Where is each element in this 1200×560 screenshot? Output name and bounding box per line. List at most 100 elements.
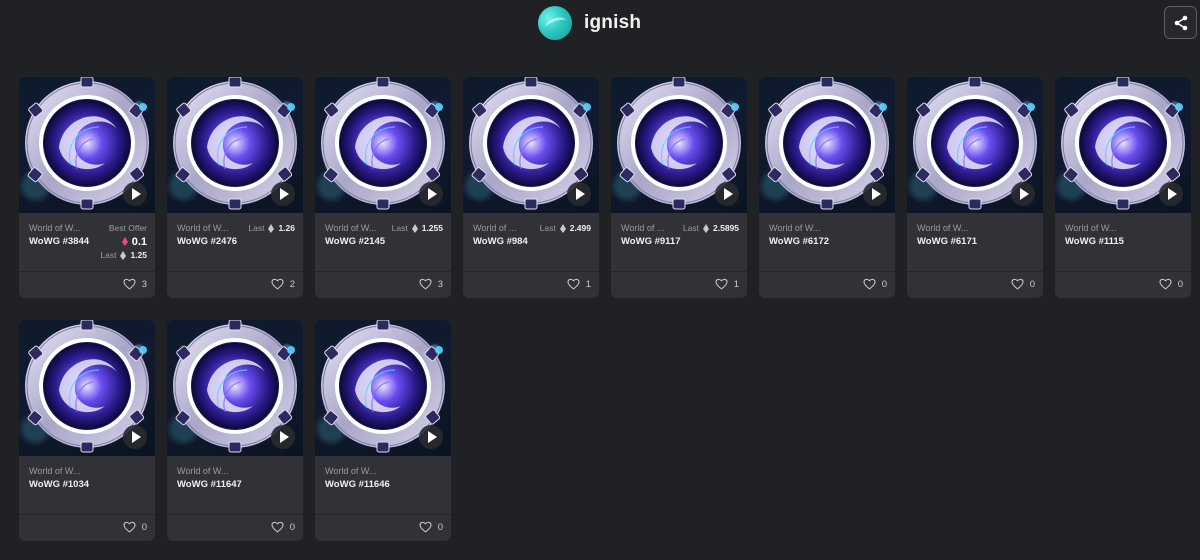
eth-icon	[120, 250, 127, 260]
nft-card[interactable]: World of W... WoWG #1034 0	[19, 320, 155, 541]
token-name: WoWG #984	[473, 236, 528, 247]
card-divider	[463, 271, 599, 272]
play-icon[interactable]	[271, 182, 295, 206]
card-divider	[315, 271, 451, 272]
price-info: Last 1.255	[392, 222, 443, 234]
like-button[interactable]: 1	[715, 278, 739, 290]
last-value: 1.26	[278, 223, 295, 233]
price-info: Last 2.499	[540, 222, 591, 234]
nft-thumbnail[interactable]	[1055, 77, 1191, 213]
token-name: WoWG #1034	[29, 479, 90, 490]
share-button[interactable]	[1164, 6, 1197, 39]
last-label: Last	[248, 223, 265, 233]
collection-name[interactable]: World of W...	[325, 466, 389, 476]
eth-icon	[559, 223, 566, 233]
like-button[interactable]: 0	[123, 521, 147, 533]
token-name: WoWG #6171	[917, 236, 978, 247]
card-divider	[167, 271, 303, 272]
play-icon[interactable]	[419, 182, 443, 206]
like-button[interactable]: 3	[123, 278, 147, 290]
nft-thumbnail[interactable]	[463, 77, 599, 213]
heart-icon	[271, 278, 284, 290]
token-name: WoWG #9117	[621, 236, 681, 247]
heart-icon	[863, 278, 876, 290]
nft-card[interactable]: World of W... WoWG #1115 0	[1055, 77, 1191, 298]
last-value: 2.5895	[713, 223, 739, 233]
nft-thumbnail[interactable]	[907, 77, 1043, 213]
like-button[interactable]: 0	[863, 278, 887, 290]
collection-name[interactable]: World of W...	[29, 223, 93, 233]
play-icon[interactable]	[715, 182, 739, 206]
collection-name[interactable]: World of W...	[917, 223, 981, 233]
nft-card[interactable]: World of ... WoWG #984 Last 2.499 1	[463, 77, 599, 298]
last-value: 1.25	[130, 250, 147, 260]
like-count: 1	[733, 278, 739, 290]
nft-card[interactable]: World of W... WoWG #2476 Last 1.26 2	[167, 77, 303, 298]
play-icon[interactable]	[271, 425, 295, 449]
play-icon[interactable]	[419, 425, 443, 449]
nft-thumbnail[interactable]	[315, 320, 451, 456]
nft-card[interactable]: World of ... WoWG #9117 Last 2.5895 1	[611, 77, 747, 298]
like-count: 0	[1177, 278, 1183, 290]
play-icon[interactable]	[123, 182, 147, 206]
collection-name[interactable]: World of W...	[177, 223, 241, 233]
play-icon[interactable]	[1159, 182, 1183, 206]
eth-icon	[121, 237, 128, 246]
card-divider	[19, 271, 155, 272]
nft-thumbnail[interactable]	[759, 77, 895, 213]
like-count: 1	[585, 278, 591, 290]
heart-icon	[419, 521, 432, 533]
last-value: 1.255	[421, 223, 443, 233]
like-button[interactable]: 0	[1159, 278, 1183, 290]
heart-icon	[123, 278, 136, 290]
play-icon[interactable]	[863, 182, 887, 206]
nft-thumbnail[interactable]	[611, 77, 747, 213]
token-name: WoWG #3844	[29, 236, 90, 247]
nft-card[interactable]: World of W... WoWG #6172 0	[759, 77, 895, 298]
like-button[interactable]: 2	[271, 278, 295, 290]
eth-icon	[703, 223, 709, 233]
brand[interactable]: ignish	[538, 6, 641, 40]
eth-icon	[268, 223, 275, 233]
like-button[interactable]: 0	[1011, 278, 1035, 290]
play-icon[interactable]	[567, 182, 591, 206]
nft-thumbnail[interactable]	[19, 320, 155, 456]
nft-thumbnail[interactable]	[167, 77, 303, 213]
card-divider	[167, 514, 303, 515]
nft-thumbnail[interactable]	[167, 320, 303, 456]
card-divider	[19, 514, 155, 515]
collection-name[interactable]: World of ...	[473, 223, 529, 233]
nft-thumbnail[interactable]	[315, 77, 451, 213]
collection-name[interactable]: World of W...	[325, 223, 389, 233]
nft-card[interactable]: World of W... WoWG #2145 Last 1.255 3	[315, 77, 451, 298]
heart-icon	[715, 278, 728, 290]
heart-icon	[1011, 278, 1024, 290]
like-count: 0	[141, 521, 147, 533]
collection-name[interactable]: World of W...	[769, 223, 833, 233]
heart-icon	[123, 521, 136, 533]
nft-card[interactable]: World of W... WoWG #6171 0	[907, 77, 1043, 298]
nft-card[interactable]: World of W... WoWG #11647 0	[167, 320, 303, 541]
nft-thumbnail[interactable]	[19, 77, 155, 213]
card-divider	[907, 271, 1043, 272]
heart-icon	[419, 278, 432, 290]
play-icon[interactable]	[123, 425, 147, 449]
like-button[interactable]: 0	[419, 521, 443, 533]
like-button[interactable]: 1	[567, 278, 591, 290]
like-count: 3	[141, 278, 147, 290]
nft-card[interactable]: World of W... WoWG #11646 0	[315, 320, 451, 541]
play-icon[interactable]	[1011, 182, 1035, 206]
heart-icon	[567, 278, 580, 290]
like-button[interactable]: 3	[419, 278, 443, 290]
like-button[interactable]: 0	[271, 521, 295, 533]
price-info: Best Offer 0.1 Last 1.25	[100, 222, 147, 261]
like-count: 3	[437, 278, 443, 290]
collection-name[interactable]: World of W...	[29, 466, 93, 476]
collection-name[interactable]: World of ...	[621, 223, 671, 233]
nft-card[interactable]: World of W... WoWG #3844 Best Offer 0.1 …	[19, 77, 155, 298]
best-offer-value: 0.1	[131, 235, 147, 248]
card-divider	[1055, 271, 1191, 272]
card-divider	[759, 271, 895, 272]
collection-name[interactable]: World of W...	[1065, 223, 1129, 233]
collection-name[interactable]: World of W...	[177, 466, 241, 476]
